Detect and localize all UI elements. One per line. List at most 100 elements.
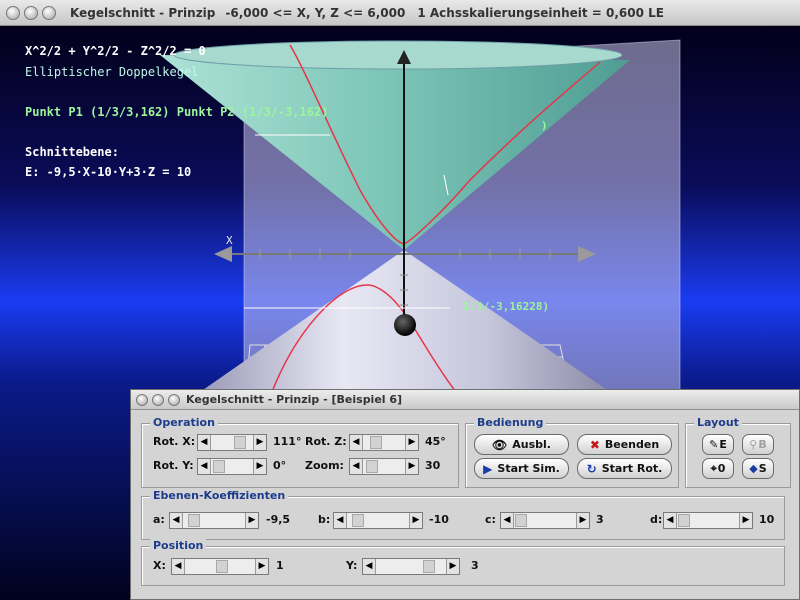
operation-group: Operation Rot. X: ◀ ▶ 111° Rot. Z: ◀ ▶ 4…: [141, 416, 459, 488]
rot-z-value: 45°: [425, 435, 446, 448]
right-arrow-icon[interactable]: ▶: [739, 513, 752, 528]
coef-a-label: a:: [153, 513, 165, 526]
slider-thumb[interactable]: [423, 560, 435, 573]
coef-b-value: -10: [429, 513, 449, 526]
right-arrow-icon[interactable]: ▶: [253, 459, 266, 474]
rotate-icon: ↻: [586, 461, 597, 476]
ausbl-label: Ausbl.: [512, 438, 551, 451]
beenden-label: Beenden: [604, 438, 660, 451]
right-arrow-icon[interactable]: ▶: [255, 559, 268, 574]
left-arrow-icon[interactable]: ◀: [198, 435, 211, 450]
slider-thumb[interactable]: [678, 514, 690, 527]
layout-0-label: 0: [717, 462, 726, 475]
layout-title: Layout: [694, 416, 742, 429]
layout-0-button[interactable]: ⌖ 0: [702, 458, 734, 479]
right-arrow-icon[interactable]: ▶: [409, 513, 422, 528]
left-arrow-icon[interactable]: ◀: [172, 559, 185, 574]
rot-x-value: 111°: [273, 435, 302, 448]
coef-a-slider[interactable]: ◀ ▶: [169, 512, 259, 529]
start-sim-button[interactable]: ▶ Start Sim.: [474, 458, 569, 479]
window-menu-icon[interactable]: [6, 5, 20, 20]
zoom-slider[interactable]: ◀ ▶: [349, 458, 419, 475]
beenden-button[interactable]: ✖ Beenden: [577, 434, 672, 455]
dialog-maximize-icon[interactable]: [168, 393, 180, 406]
slider-thumb[interactable]: [366, 460, 378, 473]
eraser-icon: ◆: [749, 462, 758, 475]
point-p2-label: 1/3/-3,16228): [463, 300, 550, 313]
upper-cone-rim: [173, 40, 623, 70]
coef-b-slider[interactable]: ◀ ▶: [333, 512, 423, 529]
dialog-title-bar: Kegelschnitt - Prinzip - [Beispiel 6]: [131, 390, 799, 410]
ausbl-button[interactable]: 👁 Ausbl.: [474, 434, 569, 455]
left-arrow-icon[interactable]: ◀: [198, 459, 211, 474]
coef-d-slider[interactable]: ◀ ▶: [663, 512, 753, 529]
start-rot-button[interactable]: ↻ Start Rot.: [577, 458, 672, 479]
right-arrow-icon[interactable]: ▶: [253, 435, 266, 450]
crosshair-icon: ⌖: [710, 461, 717, 475]
slider-thumb[interactable]: [515, 514, 527, 527]
position-group: Position X: ◀ ▶ 1 Y: ◀ ▶ 3: [141, 539, 785, 586]
position-y-label: Y:: [346, 559, 358, 572]
coef-a-value: -9,5: [266, 513, 291, 526]
rot-y-slider[interactable]: ◀ ▶: [197, 458, 267, 475]
slider-thumb[interactable]: [370, 436, 382, 449]
position-x-slider[interactable]: ◀ ▶: [171, 558, 269, 575]
right-arrow-icon[interactable]: ▶: [245, 513, 258, 528]
points-info: Punkt P1 (1/3/3,162) Punkt P2 (1/3/-3,16…: [25, 105, 329, 119]
slider-thumb[interactable]: [234, 436, 246, 449]
left-arrow-icon[interactable]: ◀: [501, 513, 514, 528]
rot-x-label: Rot. X:: [153, 435, 196, 448]
axis-x-label: X: [226, 234, 233, 247]
layout-group: Layout ✎ E ⚲ B ⌖ 0 ◆ S: [685, 416, 791, 488]
position-y-slider[interactable]: ◀ ▶: [362, 558, 460, 575]
surface-equation: X^2/2 + Y^2/2 - Z^2/2 = 0: [25, 44, 206, 58]
coef-c-slider[interactable]: ◀ ▶: [500, 512, 590, 529]
left-arrow-icon[interactable]: ◀: [350, 435, 363, 450]
plane-title: Schnittebene:: [25, 145, 119, 159]
layout-s-button[interactable]: ◆ S: [742, 458, 774, 479]
start-sim-label: Start Sim.: [497, 462, 560, 475]
left-arrow-icon[interactable]: ◀: [664, 513, 677, 528]
position-x-label: X:: [153, 559, 166, 572]
rot-y-value: 0°: [273, 459, 287, 472]
maximize-icon[interactable]: [42, 5, 56, 20]
eye-icon: 👁: [492, 437, 508, 452]
coef-c-value: 3: [596, 513, 604, 526]
right-arrow-icon[interactable]: ▶: [446, 559, 459, 574]
range-info: -6,000 <= X, Y, Z <= 6,000: [225, 5, 406, 20]
rot-x-slider[interactable]: ◀ ▶: [197, 434, 267, 451]
layout-e-button[interactable]: ✎ E: [702, 434, 734, 455]
bedienung-group: Bedienung 👁 Ausbl. ✖ Beenden ▶ Start Sim…: [465, 416, 679, 488]
layout-s-label: S: [758, 462, 767, 475]
ebenen-title: Ebenen-Koeffizienten: [150, 489, 289, 502]
dialog-title: Kegelschnitt - Prinzip - [Beispiel 6]: [186, 393, 403, 406]
operation-title: Operation: [150, 416, 218, 429]
right-arrow-icon[interactable]: ▶: [405, 459, 418, 474]
right-arrow-icon[interactable]: ▶: [576, 513, 589, 528]
layout-b-button[interactable]: ⚲ B: [742, 434, 774, 455]
rot-z-slider[interactable]: ◀ ▶: [349, 434, 419, 451]
zoom-label: Zoom:: [305, 459, 344, 472]
slider-thumb[interactable]: [188, 514, 200, 527]
coef-d-value: 10: [759, 513, 775, 526]
dialog-minimize-icon[interactable]: [152, 393, 164, 406]
x-cross-icon: ✖: [589, 437, 600, 452]
left-arrow-icon[interactable]: ◀: [334, 513, 347, 528]
left-arrow-icon[interactable]: ◀: [170, 513, 183, 528]
play-icon: ▶: [483, 461, 493, 476]
plane-equation: E: -9,5·X-10·Y+3·Z = 10: [25, 165, 192, 179]
left-arrow-icon[interactable]: ◀: [350, 459, 363, 474]
slider-thumb[interactable]: [352, 514, 364, 527]
dialog-menu-icon[interactable]: [136, 393, 148, 406]
surface-name: Elliptischer Doppelkegel: [25, 65, 199, 79]
position-x-value: 1: [276, 559, 284, 572]
right-arrow-icon[interactable]: ▶: [405, 435, 418, 450]
zoom-value: 30: [425, 459, 441, 472]
minimize-icon[interactable]: [24, 5, 38, 20]
layout-e-label: E: [719, 438, 727, 451]
rot-y-label: Rot. Y:: [153, 459, 194, 472]
slider-thumb[interactable]: [213, 460, 225, 473]
left-arrow-icon[interactable]: ◀: [363, 559, 376, 574]
rot-z-label: Rot. Z:: [305, 435, 347, 448]
slider-thumb[interactable]: [216, 560, 228, 573]
